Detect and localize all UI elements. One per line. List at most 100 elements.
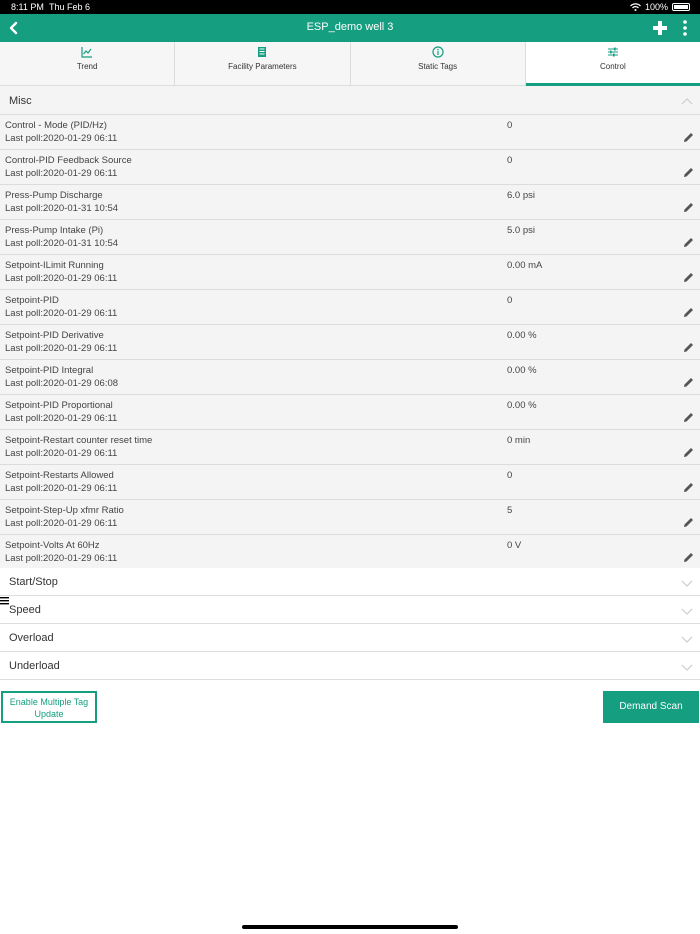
- tab-control[interactable]: Control: [525, 42, 700, 86]
- tab-label: Facility Parameters: [228, 62, 297, 71]
- tag-last-poll: Last poll:2020-01-29 06:11: [5, 308, 118, 319]
- section-title: Speed: [9, 604, 41, 616]
- tag-name: Press-Pump Discharge: [5, 190, 103, 201]
- tag-last-poll: Last poll:2020-01-31 10:54: [5, 203, 119, 214]
- pencil-icon[interactable]: [682, 446, 695, 459]
- section-header-speed[interactable]: Speed: [0, 596, 700, 624]
- tag-row[interactable]: Setpoint-PID Last poll:2020-01-29 06:11 …: [0, 290, 700, 325]
- tag-row[interactable]: Setpoint-ILimit Running Last poll:2020-0…: [0, 255, 700, 290]
- nav-bar: ESP_demo well 3: [0, 14, 700, 42]
- hamburger-icon[interactable]: [0, 596, 9, 605]
- tag-value: 0: [507, 295, 513, 306]
- pencil-icon[interactable]: [682, 411, 695, 424]
- demand-scan-button[interactable]: Demand Scan: [603, 691, 699, 723]
- wifi-icon: [630, 3, 641, 11]
- pencil-icon[interactable]: [682, 201, 695, 214]
- battery-icon: [672, 3, 690, 11]
- section-title: Underload: [9, 660, 60, 672]
- section-header-start-stop[interactable]: Start/Stop: [0, 568, 700, 596]
- pencil-icon[interactable]: [682, 516, 695, 529]
- tag-name: Setpoint-Volts At 60Hz: [5, 540, 100, 551]
- chevron-down-icon: [681, 580, 693, 587]
- tag-name: Control - Mode (PID/Hz): [5, 120, 107, 131]
- tag-value: 0: [507, 155, 513, 166]
- tag-value: 5.0 psi: [507, 225, 535, 236]
- tag-value: 5: [507, 505, 513, 516]
- tag-last-poll: Last poll:2020-01-29 06:11: [5, 343, 118, 354]
- section-title: Misc: [9, 95, 32, 107]
- tag-row[interactable]: Setpoint-PID Integral Last poll:2020-01-…: [0, 360, 700, 395]
- tag-row[interactable]: Setpoint-Restarts Allowed Last poll:2020…: [0, 465, 700, 500]
- tag-row[interactable]: Control-PID Feedback Source Last poll:20…: [0, 150, 700, 185]
- tag-row[interactable]: Press-Pump Discharge Last poll:2020-01-3…: [0, 185, 700, 220]
- pencil-icon[interactable]: [682, 166, 695, 179]
- tag-last-poll: Last poll:2020-01-31 10:54: [5, 238, 119, 249]
- section-header-overload[interactable]: Overload: [0, 624, 700, 652]
- plus-icon[interactable]: [652, 20, 668, 36]
- chevron-down-icon: [681, 608, 693, 615]
- enable-multiple-tag-update-button[interactable]: Enable Multiple Tag Update: [1, 691, 97, 723]
- home-indicator[interactable]: [242, 925, 458, 929]
- tag-row[interactable]: Control - Mode (PID/Hz) Last poll:2020-0…: [0, 115, 700, 150]
- sliders-icon: [607, 47, 618, 57]
- tag-last-poll: Last poll:2020-01-29 06:08: [5, 378, 119, 389]
- tag-name: Setpoint-PID: [5, 295, 59, 306]
- tag-name: Setpoint-PID Derivative: [5, 330, 104, 341]
- tag-name: Setpoint-Restarts Allowed: [5, 470, 114, 481]
- tag-name: Setpoint-Step-Up xfmr Ratio: [5, 505, 124, 516]
- tag-last-poll: Last poll:2020-01-29 06:11: [5, 553, 118, 564]
- pencil-icon[interactable]: [682, 376, 695, 389]
- tag-last-poll: Last poll:2020-01-29 06:11: [5, 483, 118, 494]
- chevron-up-icon: [681, 98, 693, 105]
- tab-label: Trend: [76, 62, 98, 71]
- tag-value: 0.00 %: [507, 400, 537, 411]
- tag-row[interactable]: Setpoint-Step-Up xfmr Ratio Last poll:20…: [0, 500, 700, 535]
- tab-static-tags[interactable]: Static Tags: [351, 42, 526, 85]
- misc-tag-list: Control - Mode (PID/Hz) Last poll:2020-0…: [0, 115, 700, 570]
- pencil-icon[interactable]: [682, 271, 695, 284]
- page-title: ESP_demo well 3: [306, 21, 394, 33]
- tag-name: Setpoint-Restart counter reset time: [5, 435, 153, 446]
- status-date: Thu Feb 6: [49, 2, 91, 12]
- section-title: Start/Stop: [9, 576, 58, 588]
- tag-name: Control-PID Feedback Source: [5, 155, 132, 166]
- pencil-icon[interactable]: [682, 551, 695, 564]
- chevron-down-icon: [681, 636, 693, 643]
- pencil-icon[interactable]: [682, 131, 695, 144]
- tag-value: 0 V: [507, 540, 522, 551]
- tag-name: Setpoint-PID Proportional: [5, 400, 113, 411]
- section-title: Overload: [9, 632, 54, 644]
- tag-row[interactable]: Press-Pump Intake (Pi) Last poll:2020-01…: [0, 220, 700, 255]
- tag-row[interactable]: Setpoint-PID Proportional Last poll:2020…: [0, 395, 700, 430]
- tag-name: Setpoint-ILimit Running: [5, 260, 104, 271]
- tag-value: 0 min: [507, 435, 531, 446]
- section-header-underload[interactable]: Underload: [0, 652, 700, 680]
- chevron-down-icon: [681, 664, 693, 671]
- tag-name: Setpoint-PID Integral: [5, 365, 94, 376]
- tag-value: 0.00 mA: [507, 260, 543, 271]
- battery-percent: 100%: [644, 2, 668, 12]
- kebab-menu-icon[interactable]: [680, 19, 690, 37]
- section-header-misc[interactable]: Misc: [0, 86, 700, 115]
- line-chart-icon: [81, 47, 93, 58]
- tag-value: 0: [507, 470, 513, 481]
- tag-last-poll: Last poll:2020-01-29 06:11: [5, 448, 118, 459]
- pencil-icon[interactable]: [682, 481, 695, 494]
- tag-name: Press-Pump Intake (Pi): [5, 225, 104, 236]
- tag-row[interactable]: Setpoint-Restart counter reset time Last…: [0, 430, 700, 465]
- tag-row[interactable]: Setpoint-PID Derivative Last poll:2020-0…: [0, 325, 700, 360]
- tag-last-poll: Last poll:2020-01-29 06:11: [5, 413, 118, 424]
- tab-label: Static Tags: [418, 62, 458, 71]
- tag-value: 0.00 %: [507, 330, 537, 341]
- status-time: 8:11 PM: [11, 2, 44, 12]
- pencil-icon[interactable]: [682, 341, 695, 354]
- tag-last-poll: Last poll:2020-01-29 06:11: [5, 133, 118, 144]
- tag-value: 0.00 %: [507, 365, 537, 376]
- tab-bar: Trend Facility Parameters Static Tags Co…: [0, 42, 700, 86]
- pencil-icon[interactable]: [682, 306, 695, 319]
- tag-value: 0: [507, 120, 513, 131]
- tag-row[interactable]: Setpoint-Volts At 60Hz Last poll:2020-01…: [0, 535, 700, 570]
- tab-trend[interactable]: Trend: [0, 42, 176, 85]
- tab-facility-parameters[interactable]: Facility Parameters: [175, 42, 351, 85]
- pencil-icon[interactable]: [682, 236, 695, 249]
